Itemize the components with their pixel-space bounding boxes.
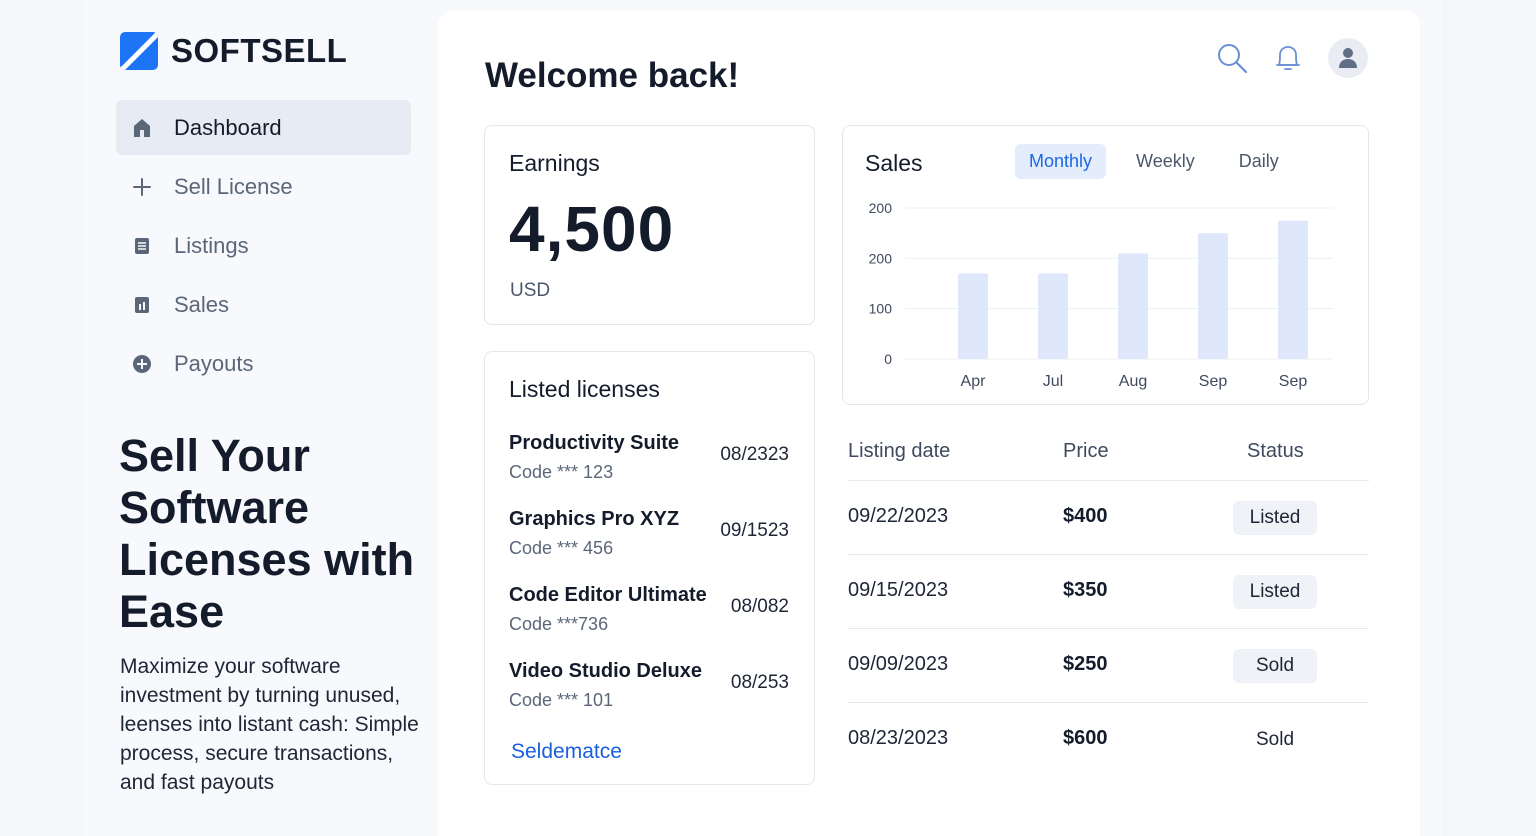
search-icon[interactable] [1214, 40, 1250, 76]
home-icon [132, 118, 152, 138]
licenses-title: Listed licenses [509, 376, 660, 402]
column-header-status[interactable]: Status [1247, 440, 1304, 463]
bar-0[interactable] [958, 273, 988, 359]
main-panel: Welcome back! Earnings 4,500 USD Listed … [438, 10, 1420, 836]
listing-price: $350 [1063, 579, 1108, 601]
tab-weekly[interactable]: Weekly [1122, 144, 1209, 179]
license-date: 08/2323 [720, 444, 789, 465]
listing-price: $600 [1063, 727, 1108, 749]
brand-logo[interactable]: SOFTSELL [120, 32, 347, 70]
sidebar-item-sell-license[interactable]: Sell License [116, 159, 411, 214]
tab-daily[interactable]: Daily [1225, 144, 1293, 179]
page-title: Welcome back! [485, 56, 740, 95]
logo-icon [120, 32, 158, 70]
sidebar-item-listings[interactable]: Listings [116, 218, 411, 273]
hero-title: Sell Your Software Licenses with Ease [119, 430, 415, 637]
licenses-list: Productivity Suite Code *** 123 08/2323 … [509, 432, 789, 736]
status-badge: Sold [1255, 729, 1295, 750]
list-item[interactable]: Graphics Pro XYZ Code *** 456 09/1523 [509, 508, 789, 584]
bar-chart-icon [132, 295, 152, 315]
earnings-card: Earnings 4,500 USD [484, 125, 815, 325]
sidebar: SOFTSELL Dashboard Sell License Listings [84, 0, 438, 836]
sidebar-item-label: Payouts [174, 350, 254, 376]
plus-icon [132, 177, 152, 197]
x-tick-label: Apr [961, 373, 987, 390]
bell-icon[interactable] [1270, 40, 1306, 76]
y-tick-label: 200 [869, 200, 893, 216]
plus-circle-icon [132, 354, 152, 374]
sidebar-item-label: Sell License [174, 173, 293, 199]
sidebar-item-dashboard[interactable]: Dashboard [116, 100, 411, 155]
sidebar-item-label: Dashboard [174, 114, 282, 140]
sidebar-item-sales[interactable]: Sales [116, 277, 411, 332]
brand-name: SOFTSELL [171, 32, 348, 69]
sidebar-item-payouts[interactable]: Payouts [116, 336, 411, 391]
sidebar-nav: Dashboard Sell License Listings Sales Pa… [116, 100, 411, 395]
hero-description: Maximize your software investment by tur… [120, 655, 419, 794]
table-row[interactable]: 09/15/2023 $350 Listed [848, 554, 1369, 628]
list-item[interactable]: Video Studio Deluxe Code *** 101 08/253 [509, 660, 789, 736]
list-item[interactable]: Productivity Suite Code *** 123 08/2323 [509, 432, 789, 508]
license-code: Code *** 123 [509, 462, 614, 482]
list-item[interactable]: Code Editor Ultimate Code ***736 08/082 [509, 584, 789, 660]
license-code: Code ***736 [509, 614, 609, 634]
listing-price: $400 [1063, 505, 1108, 527]
listing-price: $250 [1063, 653, 1108, 675]
x-tick-label: Sep [1199, 373, 1228, 390]
license-date: 09/1523 [720, 520, 789, 541]
listing-date: 09/15/2023 [848, 579, 949, 601]
listing-date: 08/23/2023 [848, 727, 949, 749]
bar-1[interactable] [1038, 273, 1068, 359]
document-icon [132, 236, 152, 256]
license-name: Code Editor Ultimate [509, 584, 707, 606]
sidebar-item-label: Sales [174, 291, 230, 317]
license-date: 08/253 [730, 672, 789, 693]
bar-2[interactable] [1118, 253, 1148, 359]
earnings-value: 4,500 [509, 193, 675, 265]
license-name: Graphics Pro XYZ [509, 508, 680, 530]
header-actions [1194, 38, 1368, 78]
listing-date: 09/22/2023 [848, 505, 949, 527]
sales-period-tabs: Monthly Weekly Daily [1015, 144, 1309, 179]
column-header-listing-date[interactable]: Listing date [848, 440, 950, 463]
y-tick-label: 0 [884, 351, 892, 367]
x-tick-label: Jul [1043, 373, 1063, 390]
sales-chart-card: 0 100 200 200 Apr Jul Aug Sep Sep Sales Monthly … [842, 125, 1369, 405]
table-row[interactable]: 09/22/2023 $400 Listed [848, 480, 1369, 554]
earnings-unit: USD [510, 280, 551, 301]
listed-licenses-card: Listed licenses Productivity Suite Code … [484, 351, 815, 785]
see-more-link[interactable]: Seldematce [511, 740, 622, 764]
x-tick-label: Aug [1119, 373, 1147, 390]
license-code: Code *** 456 [509, 538, 614, 558]
column-header-price[interactable]: Price [1063, 440, 1109, 463]
listing-date: 09/09/2023 [848, 653, 949, 675]
tab-monthly[interactable]: Monthly [1015, 144, 1107, 179]
table-row[interactable]: 09/09/2023 $250 Sold [848, 628, 1369, 702]
license-code: Code *** 101 [509, 690, 614, 710]
status-badge: Sold [1233, 649, 1317, 683]
bar-3[interactable] [1198, 233, 1228, 359]
status-badge: Listed [1233, 501, 1317, 535]
y-tick-label: 100 [869, 301, 893, 317]
sales-title: Sales [865, 150, 923, 176]
license-name: Video Studio Deluxe [509, 660, 702, 682]
y-tick-label: 200 [869, 250, 893, 266]
table-row[interactable]: 08/23/2023 $600 Sold [848, 702, 1369, 776]
license-date: 08/082 [730, 596, 789, 617]
status-badge: Listed [1233, 575, 1317, 609]
bar-4[interactable] [1278, 220, 1308, 359]
x-tick-label: Sep [1279, 373, 1308, 390]
user-avatar-icon[interactable] [1328, 38, 1368, 78]
license-name: Productivity Suite [509, 432, 680, 454]
sidebar-item-label: Listings [174, 232, 249, 258]
app-frame: SOFTSELL Dashboard Sell License Listings [84, 0, 1442, 836]
earnings-title: Earnings [509, 150, 600, 176]
